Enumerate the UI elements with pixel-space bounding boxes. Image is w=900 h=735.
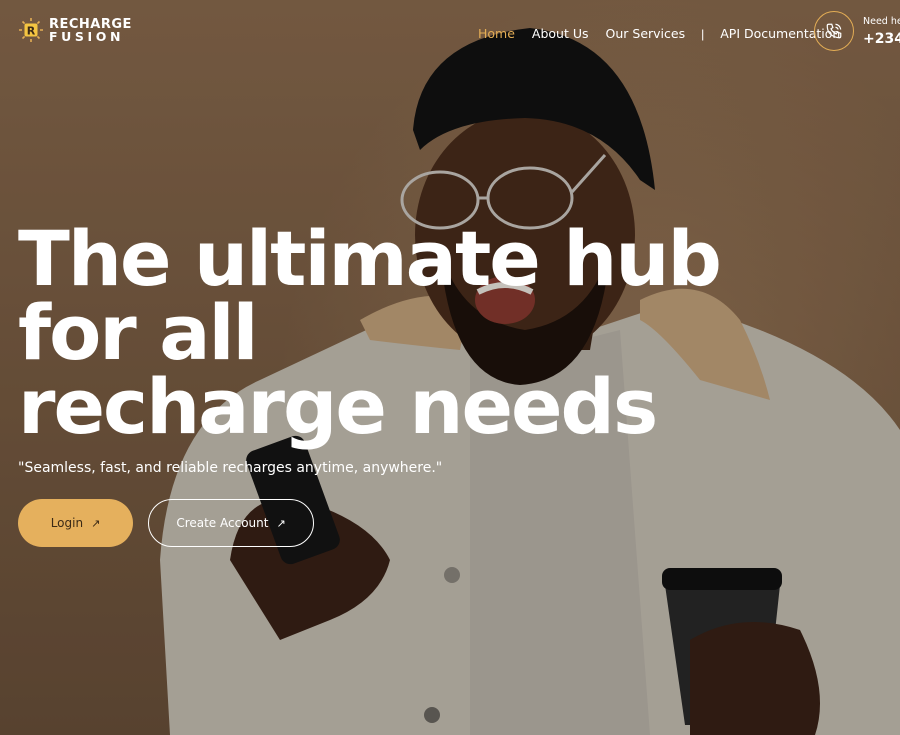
nav-link-home[interactable]: Home (478, 26, 515, 41)
support-contact[interactable]: Need help? +2348 (814, 11, 900, 51)
headline-line-3: recharge needs (18, 362, 658, 451)
support-label: Need help? (863, 15, 900, 27)
headline-line-2: for all (18, 288, 259, 377)
headline-line-1: The ultimate hub (18, 214, 722, 303)
brand-line2: FUSION (49, 28, 125, 44)
create-account-button[interactable]: Create Account ↗ (148, 499, 314, 547)
phone-icon-ring[interactable] (814, 11, 854, 51)
brand-line1: RECHARGE (49, 16, 132, 32)
create-account-button-label: Create Account (176, 516, 269, 530)
hero-tagline: "Seamless, fast, and reliable recharges … (18, 460, 443, 476)
nav-link-about-us[interactable]: About Us (532, 26, 589, 41)
svg-text:R: R (27, 25, 36, 38)
arrow-up-right-icon: ↗ (276, 516, 286, 530)
nav-link-our-services[interactable]: Our Services (606, 26, 686, 41)
login-button[interactable]: Login ↗ (18, 499, 133, 547)
arrow-up-right-icon: ↗ (91, 516, 101, 530)
nav-separator: | (701, 26, 705, 41)
brand-logo[interactable]: R RECHARGE FUSION (18, 17, 132, 43)
support-text: Need help? +2348 (863, 16, 900, 47)
brand-name: RECHARGE FUSION (49, 16, 132, 44)
main-nav: Home About Us Our Services | API Documen… (478, 26, 840, 41)
hero-headline: The ultimate hub for all recharge needs (18, 214, 722, 451)
phone-icon (826, 23, 842, 39)
login-button-label: Login (50, 516, 84, 530)
support-phone-number[interactable]: +2348 (863, 31, 900, 47)
lightning-r-icon: R (19, 18, 43, 42)
